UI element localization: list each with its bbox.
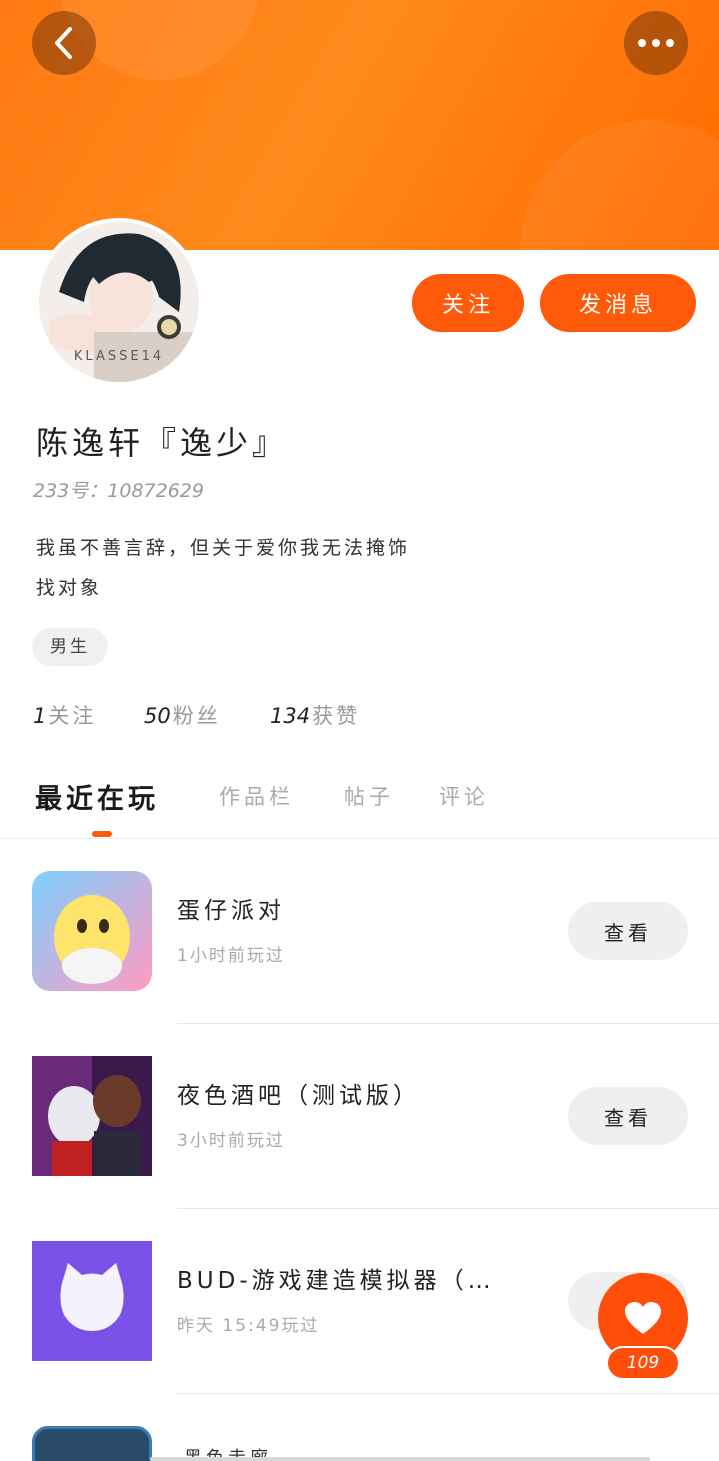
more-dots-icon <box>666 39 674 47</box>
more-options-button[interactable] <box>624 11 688 75</box>
row-divider <box>177 1208 719 1209</box>
bio-line: 我虽不善言辞，但关于爱你我无法掩饰 <box>36 537 411 559</box>
more-dots-icon <box>638 39 646 47</box>
follow-button[interactable]: 关注 <box>412 274 524 332</box>
tab-works[interactable]: 作品栏 <box>219 781 294 811</box>
list-item[interactable]: 夜色酒吧（测试版） 3小时前玩过 查看 <box>0 1056 719 1241</box>
profile-tabs: 最近在玩 作品栏 帖子 评论 <box>0 775 719 839</box>
tab-recently-played[interactable]: 最近在玩 <box>35 777 159 816</box>
stat-label: 粉丝 <box>172 704 221 728</box>
game-icon-night-bar <box>32 1056 152 1176</box>
gender-tag: 男生 <box>32 628 108 666</box>
profile-banner <box>0 0 719 250</box>
scroll-indicator <box>150 1457 650 1461</box>
heart-icon <box>625 1302 661 1334</box>
stat-following[interactable]: 1关注 <box>33 700 96 730</box>
stat-fans[interactable]: 50粉丝 <box>144 700 221 730</box>
chevron-left-icon <box>55 27 72 59</box>
back-button[interactable] <box>32 11 96 75</box>
like-count-badge: 109 <box>606 1346 680 1380</box>
stat-value: 1 <box>33 704 47 728</box>
avatar-image: KLASSE14 <box>39 222 199 382</box>
avatar-caption: KLASSE14 <box>74 349 164 364</box>
game-icon-dark-corridor <box>32 1426 152 1461</box>
stat-likes[interactable]: 134获赞 <box>270 700 360 730</box>
banner-decoration <box>520 120 719 250</box>
profile-uid: 233号：10872629 <box>33 480 204 502</box>
avatar[interactable]: KLASSE14 <box>35 218 203 386</box>
active-tab-indicator <box>92 831 112 837</box>
view-button[interactable]: 查看 <box>568 902 688 960</box>
stat-label: 获赞 <box>312 704 361 728</box>
game-title: BUD-游戏建造模拟器（… <box>177 1268 495 1294</box>
profile-name: 陈逸轩『逸少』 <box>36 424 289 462</box>
game-last-played: 1小时前玩过 <box>177 946 285 966</box>
game-icon-bud <box>32 1241 152 1361</box>
list-item[interactable]: 黑色走廊 <box>0 1426 719 1461</box>
game-title: 蛋仔派对 <box>177 898 285 924</box>
view-button[interactable]: 查看 <box>568 1087 688 1145</box>
game-title: 夜色酒吧（测试版） <box>177 1083 420 1109</box>
profile-bio: 我虽不善言辞，但关于爱你我无法掩饰 找对象 <box>36 528 556 608</box>
stat-label: 关注 <box>48 704 97 728</box>
row-divider <box>177 1393 719 1394</box>
bio-line: 找对象 <box>36 577 103 599</box>
game-last-played: 3小时前玩过 <box>177 1131 285 1151</box>
game-last-played: 昨天 15:49玩过 <box>177 1316 320 1336</box>
more-dots-icon <box>652 39 660 47</box>
tab-comments[interactable]: 评论 <box>439 781 489 811</box>
list-item[interactable]: 蛋仔派对 1小时前玩过 查看 <box>0 871 719 1056</box>
game-icon-eggy-party <box>32 871 152 991</box>
stat-value: 134 <box>270 704 311 728</box>
tab-posts[interactable]: 帖子 <box>344 781 394 811</box>
row-divider <box>177 1023 719 1024</box>
stat-value: 50 <box>144 704 171 728</box>
send-message-button[interactable]: 发消息 <box>540 274 696 332</box>
